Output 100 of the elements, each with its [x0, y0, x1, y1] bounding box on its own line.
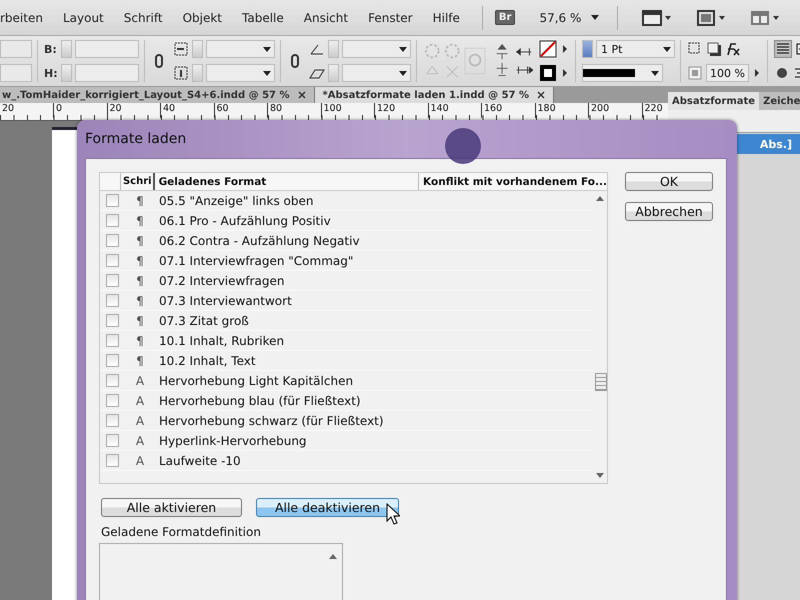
expand-arrow-icon[interactable] — [563, 69, 567, 77]
style-name[interactable]: Hervorhebung blau (für Fließtext) — [159, 394, 361, 408]
menu-item[interactable]: Hilfe — [422, 10, 470, 24]
checkbox[interactable] — [106, 434, 119, 447]
expand-arrow-icon[interactable] — [563, 45, 567, 53]
caret-icon — [399, 46, 407, 52]
style-type-icon: ¶ — [127, 234, 153, 248]
no-fill-swatch-icon[interactable] — [539, 40, 557, 58]
menu-item[interactable]: rbeiten — [0, 10, 53, 24]
checkbox[interactable] — [106, 234, 119, 247]
style-name[interactable]: 05.5 "Anzeige" links oben — [159, 194, 314, 208]
style-type-icon: ¶ — [127, 314, 153, 328]
scroll-down-icon[interactable] — [596, 473, 604, 479]
style-name[interactable]: 07.3 Interviewantwort — [159, 294, 292, 308]
dialog-button[interactable]: Alle aktivieren — [101, 498, 242, 517]
checkbox[interactable] — [106, 214, 119, 227]
caret-icon — [263, 70, 271, 76]
menu-item[interactable]: Ansicht — [294, 10, 358, 24]
checkbox[interactable] — [106, 314, 119, 327]
checkbox[interactable] — [106, 294, 119, 307]
spinner-icon[interactable] — [61, 64, 72, 82]
ok-button[interactable]: OK — [625, 172, 713, 191]
style-name[interactable]: 07.3 Zitat groß — [159, 314, 249, 328]
opacity-icon[interactable] — [687, 65, 703, 81]
menu-item[interactable]: Schrift — [114, 10, 173, 24]
dialog-button[interactable]: Alle deaktivieren — [256, 498, 399, 517]
scroll-up-icon[interactable] — [329, 553, 337, 559]
align-text-icon[interactable] — [774, 40, 792, 58]
style-name[interactable]: Laufweite -10 — [159, 454, 241, 468]
frame-icon[interactable] — [696, 8, 726, 26]
drop-shadow-icon[interactable] — [706, 41, 722, 57]
dialog-title: Formate laden — [85, 131, 186, 147]
dropdown[interactable] — [206, 40, 275, 58]
title-bar-glow-icon — [443, 126, 483, 166]
checkbox[interactable] — [106, 454, 119, 467]
definition-label: Geladene Formatdefinition — [100, 525, 262, 539]
checkbox[interactable] — [106, 334, 119, 347]
menu-item[interactable]: Objekt — [172, 10, 232, 24]
style-name[interactable]: 10.1 Inhalt, Rubriken — [159, 334, 284, 348]
input-field[interactable] — [0, 40, 32, 58]
checkbox[interactable] — [106, 374, 119, 387]
menu-item[interactable]: Fenster — [358, 10, 423, 24]
height-field[interactable] — [75, 64, 139, 82]
input-field[interactable] — [0, 64, 32, 82]
bridge-button[interactable]: Br — [494, 10, 516, 25]
scale-icon[interactable] — [173, 65, 189, 81]
checkbox[interactable] — [106, 414, 119, 427]
checkbox[interactable] — [106, 194, 119, 207]
layout-icon[interactable] — [750, 8, 780, 26]
width-field[interactable] — [75, 40, 139, 58]
checkbox[interactable] — [106, 254, 119, 267]
style-type-icon: ¶ — [127, 334, 153, 348]
column-header[interactable]: Konflikt mit vorhandenem Fo... — [419, 173, 607, 190]
style-type-icon: ¶ — [127, 194, 153, 208]
scroll-up-icon[interactable] — [596, 195, 604, 201]
document-tab[interactable]: *Absatzformate laden 1.indd @ 57 % — [314, 87, 554, 103]
menu-item[interactable]: Tabelle — [232, 10, 294, 24]
style-type-icon: A — [127, 414, 153, 428]
column-header[interactable]: Schri — [120, 173, 155, 190]
stroke-swatch-icon[interactable] — [539, 64, 557, 82]
dropdown[interactable] — [206, 64, 275, 82]
menu-item[interactable]: Layout — [52, 10, 114, 24]
checkbox[interactable] — [106, 274, 119, 287]
style-type-icon: A — [127, 374, 153, 388]
style-type-icon: A — [127, 454, 153, 468]
mouse-cursor-icon — [386, 503, 400, 525]
stroke-type-dropdown[interactable] — [582, 64, 663, 82]
opacity-field[interactable]: 100 % — [706, 64, 749, 82]
style-name[interactable]: Hervorhebung Light Kapitälchen — [159, 374, 354, 388]
style-name[interactable]: 07.2 Interviewfragen — [159, 274, 284, 288]
style-name[interactable]: Hervorhebung schwarz (für Fließtext) — [159, 414, 384, 428]
style-name[interactable]: 06.2 Contra - Aufzählung Negativ — [159, 234, 360, 248]
dropdown[interactable] — [342, 40, 411, 58]
expand-arrow-icon[interactable] — [754, 69, 759, 77]
close-icon[interactable] — [537, 91, 546, 99]
panel-tab[interactable]: Absatzformate — [668, 92, 760, 110]
stroke-weight-dropdown[interactable]: 1 Pt — [596, 40, 675, 58]
dropdown[interactable] — [342, 64, 411, 82]
style-name[interactable]: 06.1 Pro - Aufzählung Positiv — [159, 214, 331, 228]
style-name[interactable]: 10.2 Inhalt, Text — [159, 354, 256, 368]
style-type-icon: ¶ — [127, 354, 153, 368]
zoom-dropdown[interactable]: 57,6 % — [533, 10, 606, 26]
checkbox[interactable] — [106, 354, 119, 367]
cancel-button[interactable]: Abbrechen — [625, 202, 713, 221]
style-name[interactable]: 07.1 Interviewfragen "Commag" — [159, 254, 354, 268]
style-name[interactable]: Hyperlink-Hervorhebung — [159, 434, 307, 448]
spinner-icon[interactable] — [61, 40, 72, 58]
spinner-icon[interactable] — [582, 40, 593, 58]
scroll-thumb[interactable] — [595, 373, 607, 391]
ruler: 20 0 20 40 60 80 100 120 140 160 180 200 220 — [0, 103, 668, 121]
width-label: B: — [44, 42, 58, 56]
document-tab[interactable]: w_.TomHaider_korrigiert_Layout_S4+6.indd @ 57 % — [0, 87, 314, 103]
checkbox[interactable] — [106, 394, 119, 407]
screen-mode-icon[interactable] — [642, 8, 672, 26]
caret-icon — [399, 70, 407, 76]
scale-icon[interactable] — [173, 41, 189, 57]
column-header[interactable]: Geladenes Format — [154, 173, 420, 190]
effects-icon[interactable] — [725, 41, 741, 57]
close-icon[interactable] — [298, 91, 306, 99]
panel-tab[interactable]: Zeiche — [759, 92, 800, 110]
